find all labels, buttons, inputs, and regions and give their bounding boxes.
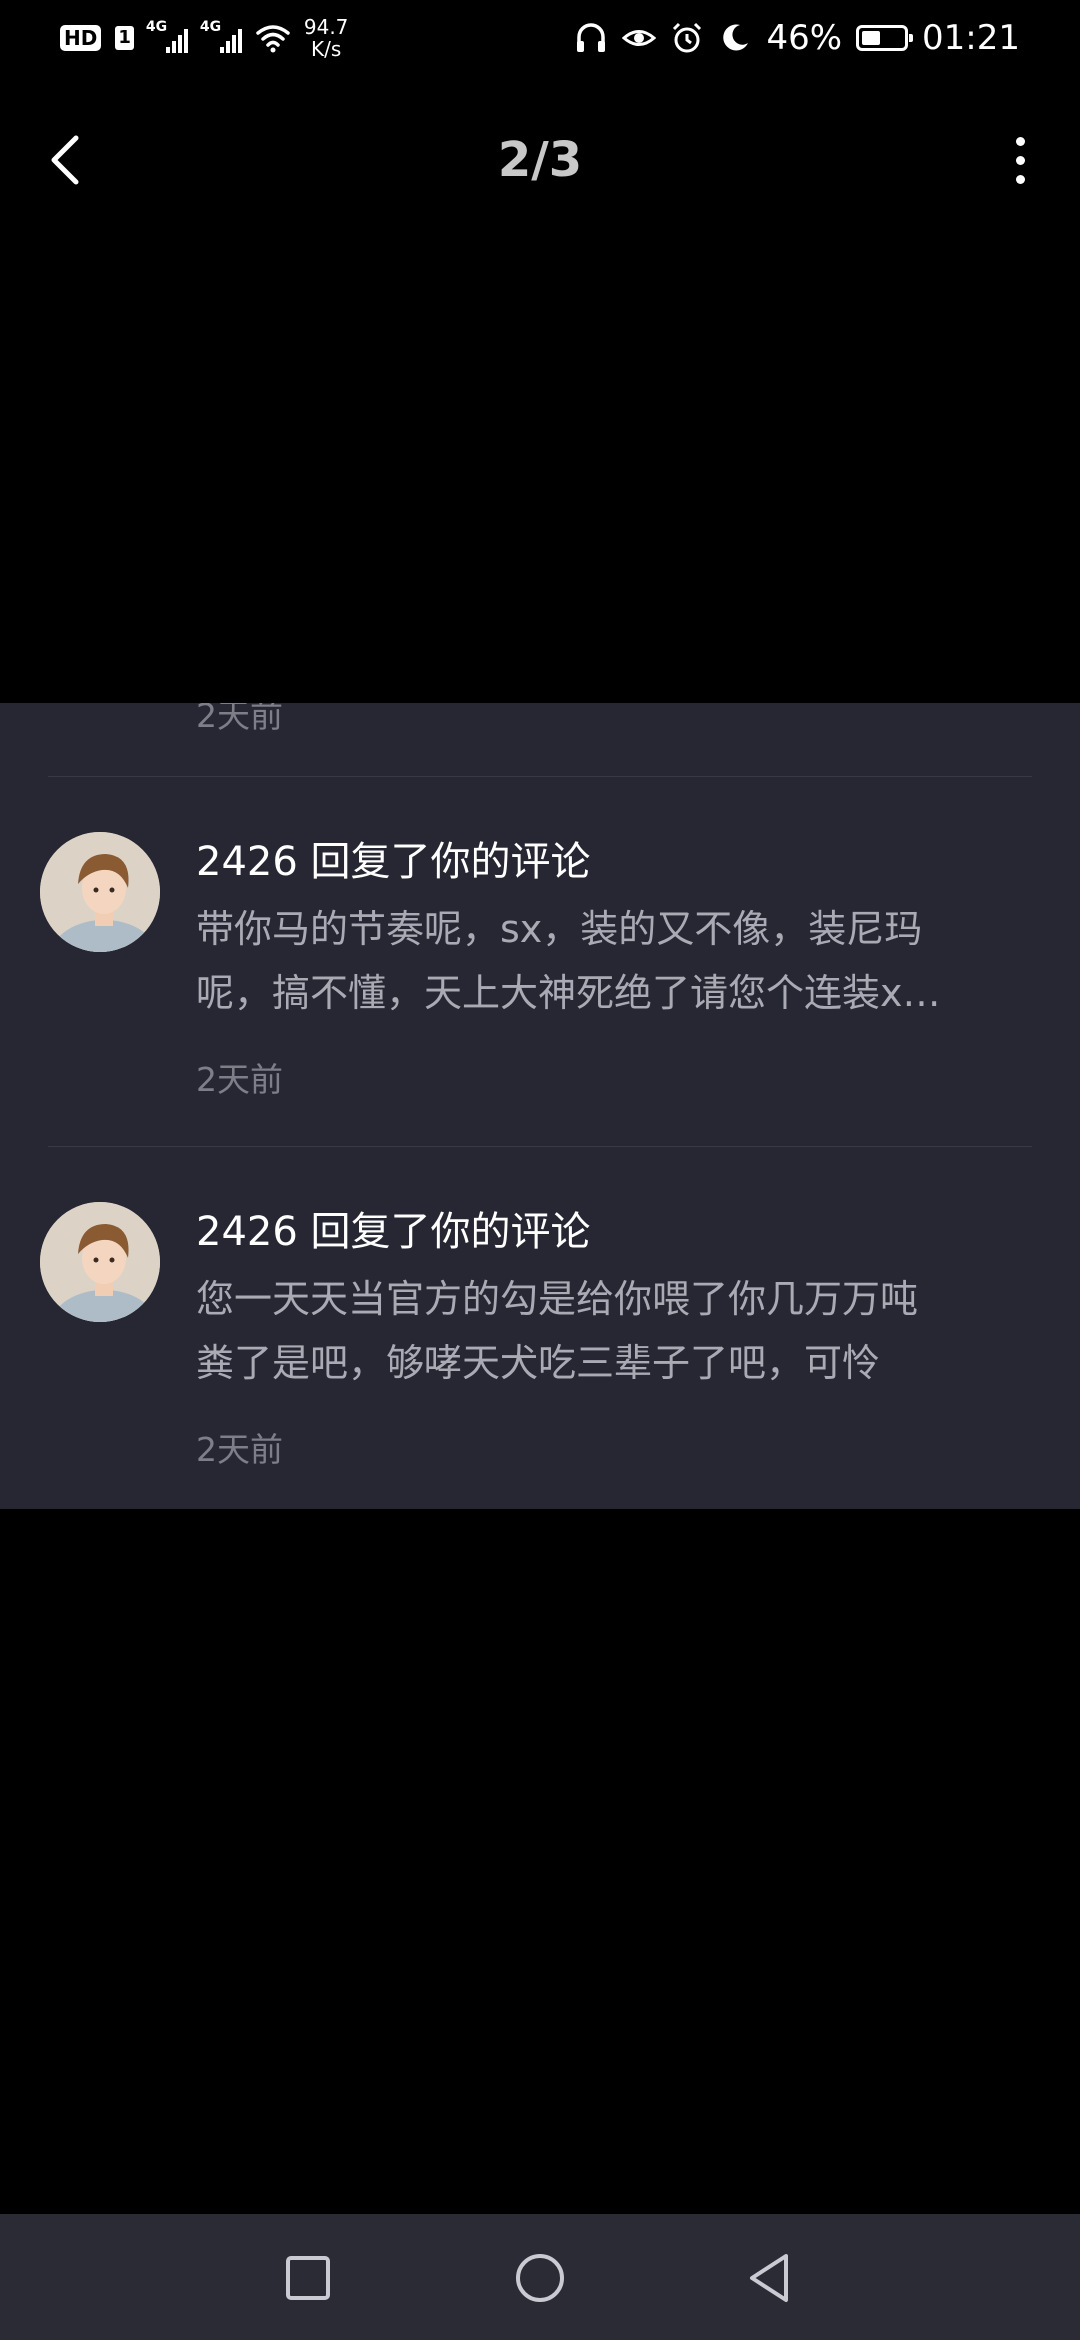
status-bar: HD 1 4G 4G 94.7 K/s 46% 01:21: [0, 0, 1080, 76]
battery-percent: 46%: [766, 18, 843, 58]
headphones-icon: [577, 23, 606, 52]
signal-icon: 4G: [146, 19, 188, 53]
system-nav-bar: [0, 2214, 1080, 2340]
partial-timestamp: 2天前: [196, 703, 283, 735]
clock: 01:21: [922, 18, 1020, 58]
avatar[interactable]: [40, 832, 160, 952]
sim-icon: 1: [115, 26, 134, 50]
network-speed-unit: K/s: [311, 37, 342, 61]
avatar[interactable]: [40, 1202, 160, 1322]
circle-icon[interactable]: [512, 2250, 568, 2306]
notification-body: 您一天天当官方的勾是给你喂了你几万万吨 粪了是吧，够哮天犬吃三辈子了吧，可怜: [196, 1267, 1026, 1395]
eye-icon: [622, 30, 657, 46]
triangle-back-icon[interactable]: [742, 2250, 798, 2306]
notification-body-line: 您一天天当官方的勾是给你喂了你几万万吨: [196, 1277, 919, 1321]
network-type-label: 4G: [145, 19, 168, 35]
network-speed: 94.7 K/s: [304, 16, 349, 60]
notification-time: 2天前: [196, 1430, 283, 1469]
square-icon[interactable]: [280, 2250, 336, 2306]
top-bar: 2/3: [0, 110, 1080, 210]
moon-icon: [723, 24, 749, 51]
notification-item[interactable]: 2426 回复了你的评论 带你马的节奏呢，sx，装的又不像，装尼玛 呢，搞不懂，…: [0, 777, 1080, 1147]
network-type-label: 4G: [199, 19, 222, 35]
status-left: HD 1 4G 4G 94.7 K/s: [60, 16, 348, 60]
hd-icon: HD: [60, 25, 102, 51]
alarm-icon: [673, 22, 702, 53]
notification-body-line: 呢，搞不懂，天上大神死绝了请您个连装x…: [196, 971, 941, 1015]
battery-fill: [862, 31, 881, 45]
chevron-left-icon[interactable]: [40, 132, 96, 188]
notification-body: 带你马的节奏呢，sx，装的又不像，装尼玛 呢，搞不懂，天上大神死绝了请您个连装x…: [196, 897, 1026, 1025]
signal-icon: 4G: [200, 19, 242, 53]
notification-title: 2426 回复了你的评论: [196, 1209, 591, 1255]
wifi-icon: [256, 25, 290, 53]
notification-title: 2426 回复了你的评论: [196, 839, 591, 885]
notification-time: 2天前: [196, 1060, 283, 1099]
more-vertical-icon[interactable]: [990, 132, 1050, 188]
notification-body-line: 带你马的节奏呢，sx，装的又不像，装尼玛: [196, 907, 923, 951]
notification-item[interactable]: 2426 回复了你的评论 您一天天当官方的勾是给你喂了你几万万吨 粪了是吧，够哮…: [0, 1147, 1080, 1507]
comment-card: 2天前 2426 回复了你的评论 带你马的节奏呢，sx，装的又不像，装尼玛 呢，…: [0, 703, 1080, 1509]
notification-body-line: 粪了是吧，够哮天犬吃三辈子了吧，可怜: [196, 1341, 881, 1385]
battery-icon: [856, 25, 914, 51]
avatar-image: [40, 1202, 160, 1322]
avatar-image: [40, 832, 160, 952]
network-speed-value: 94.7: [303, 15, 349, 39]
page-indicator: 2/3: [497, 132, 583, 188]
status-right: 46% 01:21: [574, 18, 1020, 58]
